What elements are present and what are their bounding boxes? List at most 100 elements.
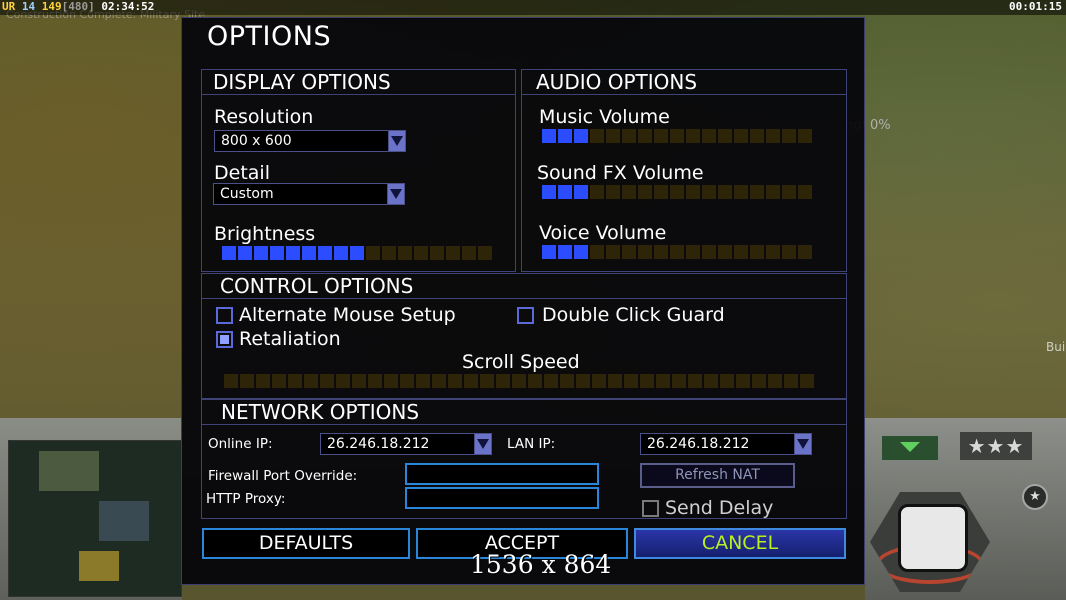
slider-segment[interactable]	[478, 246, 492, 260]
slider-segment[interactable]	[638, 245, 652, 259]
slider-segment[interactable]	[398, 246, 412, 260]
slider-segment[interactable]	[512, 374, 526, 388]
slider-segment[interactable]	[656, 374, 670, 388]
firewall-port-input[interactable]	[405, 463, 599, 485]
slider-segment[interactable]	[750, 129, 764, 143]
send-delay-checkbox[interactable]	[642, 500, 659, 517]
slider-segment[interactable]	[734, 185, 748, 199]
slider-segment[interactable]	[638, 185, 652, 199]
defaults-button[interactable]: DEFAULTS	[202, 528, 410, 559]
slider-segment[interactable]	[558, 245, 572, 259]
slider-segment[interactable]	[496, 374, 510, 388]
slider-segment[interactable]	[624, 374, 638, 388]
detail-dropdown[interactable]: Custom	[213, 183, 405, 205]
slider-segment[interactable]	[592, 374, 606, 388]
slider-segment[interactable]	[718, 245, 732, 259]
slider-segment[interactable]	[366, 246, 380, 260]
slider-segment[interactable]	[670, 185, 684, 199]
slider-segment[interactable]	[560, 374, 574, 388]
slider-segment[interactable]	[590, 245, 604, 259]
slider-segment[interactable]	[558, 185, 572, 199]
slider-segment[interactable]	[318, 246, 332, 260]
chevron-down-icon[interactable]	[387, 184, 404, 204]
slider-segment[interactable]	[238, 246, 252, 260]
slider-segment[interactable]	[350, 246, 364, 260]
slider-segment[interactable]	[304, 374, 318, 388]
slider-segment[interactable]	[574, 185, 588, 199]
slider-segment[interactable]	[432, 374, 446, 388]
slider-segment[interactable]	[750, 185, 764, 199]
slider-segment[interactable]	[782, 245, 796, 259]
slider-segment[interactable]	[606, 245, 620, 259]
slider-segment[interactable]	[368, 374, 382, 388]
slider-segment[interactable]	[622, 185, 636, 199]
slider-segment[interactable]	[768, 374, 782, 388]
chevron-down-icon[interactable]	[388, 131, 405, 151]
slider-segment[interactable]	[766, 245, 780, 259]
slider-segment[interactable]	[720, 374, 734, 388]
slider-segment[interactable]	[622, 245, 636, 259]
slider-segment[interactable]	[224, 374, 238, 388]
slider-segment[interactable]	[606, 185, 620, 199]
slider-segment[interactable]	[320, 374, 334, 388]
lan-ip-dropdown[interactable]: 26.246.18.212	[640, 433, 812, 455]
retaliation-checkbox[interactable]	[216, 331, 233, 348]
slider-segment[interactable]	[462, 246, 476, 260]
minimap[interactable]	[8, 440, 182, 597]
slider-segment[interactable]	[686, 129, 700, 143]
slider-segment[interactable]	[542, 129, 556, 143]
slider-segment[interactable]	[800, 374, 814, 388]
slider-segment[interactable]	[736, 374, 750, 388]
slider-segment[interactable]	[704, 374, 718, 388]
slider-segment[interactable]	[480, 374, 494, 388]
slider-segment[interactable]	[750, 245, 764, 259]
slider-segment[interactable]	[270, 246, 284, 260]
chevron-down-icon[interactable]	[474, 434, 491, 454]
slider-segment[interactable]	[672, 374, 686, 388]
voice-volume-slider[interactable]	[542, 245, 812, 259]
slider-segment[interactable]	[702, 245, 716, 259]
double-click-guard-checkbox[interactable]	[517, 307, 534, 324]
slider-segment[interactable]	[590, 185, 604, 199]
slider-segment[interactable]	[544, 374, 558, 388]
slider-segment[interactable]	[798, 245, 812, 259]
slider-segment[interactable]	[430, 246, 444, 260]
slider-segment[interactable]	[782, 185, 796, 199]
slider-segment[interactable]	[640, 374, 654, 388]
slider-segment[interactable]	[798, 185, 812, 199]
slider-segment[interactable]	[688, 374, 702, 388]
slider-segment[interactable]	[416, 374, 430, 388]
chevron-down-icon[interactable]	[882, 436, 938, 460]
slider-segment[interactable]	[334, 246, 348, 260]
slider-segment[interactable]	[574, 129, 588, 143]
slider-segment[interactable]	[670, 129, 684, 143]
slider-segment[interactable]	[766, 185, 780, 199]
slider-segment[interactable]	[782, 129, 796, 143]
slider-segment[interactable]	[622, 129, 636, 143]
slider-segment[interactable]	[400, 374, 414, 388]
slider-segment[interactable]	[590, 129, 604, 143]
slider-segment[interactable]	[670, 245, 684, 259]
slider-segment[interactable]	[336, 374, 350, 388]
star-icon[interactable]: ★	[1022, 484, 1048, 510]
slider-segment[interactable]	[576, 374, 590, 388]
slider-segment[interactable]	[448, 374, 462, 388]
chevron-down-icon[interactable]	[794, 434, 811, 454]
slider-segment[interactable]	[352, 374, 366, 388]
slider-segment[interactable]	[752, 374, 766, 388]
slider-segment[interactable]	[222, 246, 236, 260]
http-proxy-input[interactable]	[405, 487, 599, 509]
music-volume-slider[interactable]	[542, 129, 812, 143]
online-ip-dropdown[interactable]: 26.246.18.212	[320, 433, 492, 455]
slider-segment[interactable]	[638, 129, 652, 143]
slider-segment[interactable]	[286, 246, 300, 260]
slider-segment[interactable]	[302, 246, 316, 260]
slider-segment[interactable]	[718, 185, 732, 199]
slider-segment[interactable]	[384, 374, 398, 388]
sound-fx-volume-slider[interactable]	[542, 185, 812, 199]
slider-segment[interactable]	[254, 246, 268, 260]
slider-segment[interactable]	[702, 129, 716, 143]
slider-segment[interactable]	[446, 246, 460, 260]
slider-segment[interactable]	[272, 374, 286, 388]
slider-segment[interactable]	[654, 245, 668, 259]
